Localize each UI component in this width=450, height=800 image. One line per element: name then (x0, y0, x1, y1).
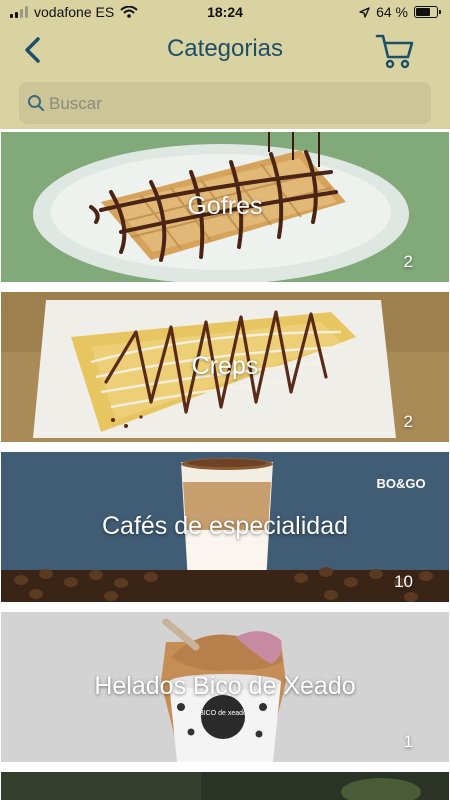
search-bar[interactable] (19, 82, 431, 124)
status-right: 64 % (359, 4, 441, 20)
category-count: 1 (403, 732, 413, 751)
category-count: 10 (394, 572, 413, 591)
cart-icon[interactable] (374, 30, 416, 72)
category-card-gofres[interactable]: Gofres 2 (1, 132, 449, 282)
status-bar: vodafone ES 18:24 64 % (0, 0, 450, 24)
category-name: Helados Bico de Xeado (94, 672, 356, 700)
cup-text: BICO de xeado (199, 710, 247, 717)
category-card-partial[interactable] (1, 772, 449, 800)
category-name: Creps (191, 352, 259, 380)
back-button[interactable] (18, 34, 50, 66)
category-count: 2 (403, 252, 413, 271)
battery-icon (414, 6, 441, 18)
partial-category-image (1, 772, 449, 800)
category-card-helados[interactable]: BICO de xeado Helados Bico de Xeado 1 (1, 612, 449, 762)
search-icon (28, 95, 45, 112)
category-count: 2 (403, 412, 413, 431)
category-card-creps[interactable]: Creps 2 (1, 292, 449, 442)
category-name: Gofres (187, 192, 263, 220)
search-input[interactable] (47, 88, 421, 120)
category-card-cafes[interactable]: BO&GO Cafés de especialidad 10 (1, 452, 449, 602)
category-list: Gofres 2 Creps 2 BO&GO Cafés de especial… (0, 129, 450, 800)
battery-percent: 64 % (376, 4, 408, 20)
category-name: Cafés de especialidad (102, 512, 348, 540)
location-icon (359, 6, 370, 18)
header: vodafone ES 18:24 64 % Categorias (0, 0, 450, 129)
brand-logo: BO&GO (376, 476, 425, 491)
app: vodafone ES 18:24 64 % Categorias Buscar… (0, 0, 450, 800)
